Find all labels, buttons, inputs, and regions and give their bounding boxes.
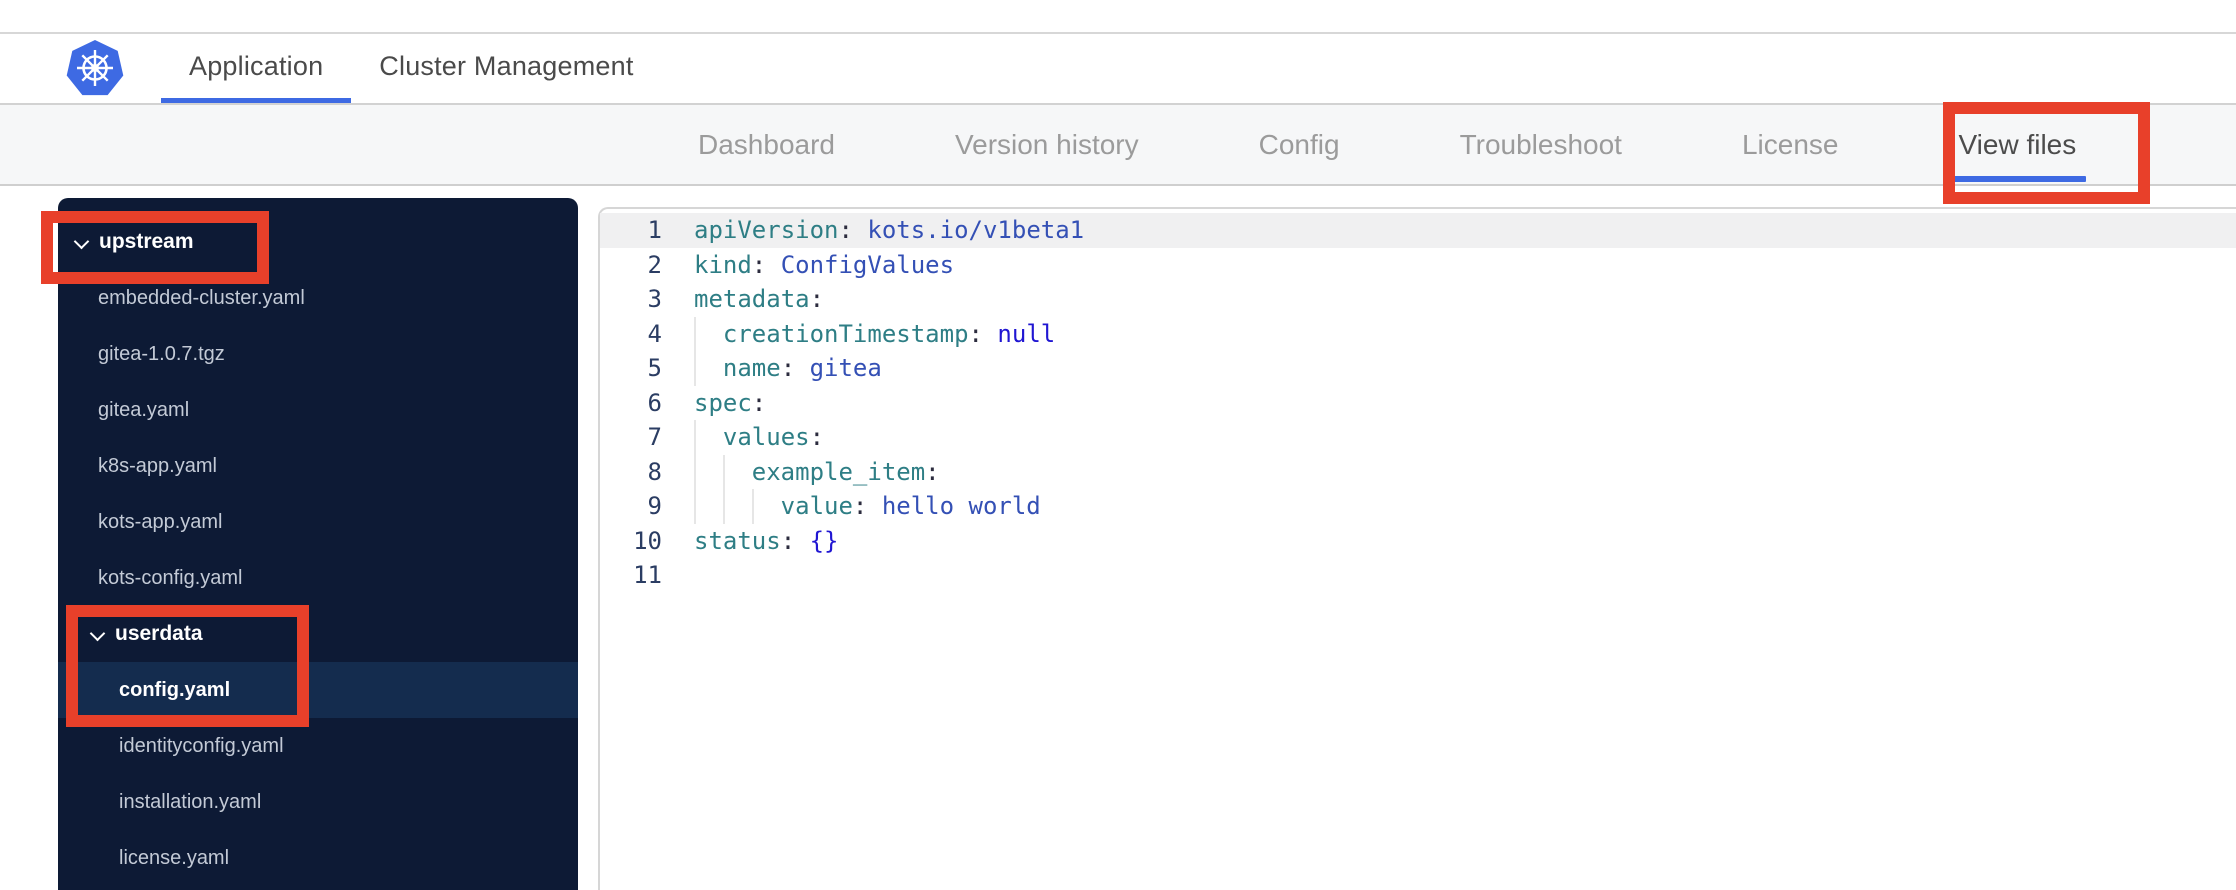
line-number: 11 bbox=[633, 561, 662, 589]
code-line: 8 example_item: bbox=[600, 454, 2236, 489]
tab-dashboard[interactable]: Dashboard bbox=[682, 105, 851, 184]
file-label: config.yaml bbox=[119, 678, 231, 701]
line-number: 7 bbox=[647, 423, 662, 451]
line-number: 9 bbox=[647, 492, 662, 520]
tree-file-kots-app-yaml[interactable]: kots-app.yaml bbox=[58, 494, 578, 550]
app-nav: Dashboard Version history Config Trouble… bbox=[0, 103, 2236, 186]
tree-file-config-yaml[interactable]: config.yaml bbox=[58, 662, 578, 718]
tab-license[interactable]: License bbox=[1726, 105, 1855, 184]
line-number: 2 bbox=[647, 250, 662, 279]
file-label: gitea-1.0.7.tgz bbox=[98, 342, 225, 365]
line-number: 5 bbox=[647, 354, 662, 382]
kots-admin-console: Application Cluster Management Dashboard… bbox=[0, 0, 2236, 890]
line-number: 3 bbox=[647, 285, 662, 313]
tree-file-installation-yaml[interactable]: installation.yaml bbox=[58, 774, 578, 830]
code-line: 10 status:{} bbox=[600, 524, 2236, 559]
tree-file-gitea-yaml[interactable]: gitea.yaml bbox=[58, 382, 578, 438]
tab-application[interactable]: Application bbox=[161, 34, 352, 103]
kubernetes-logo-icon bbox=[66, 40, 124, 96]
tree-file-identityconfig-yaml[interactable]: identityconfig.yaml bbox=[58, 718, 578, 774]
code-line: 7 values: bbox=[600, 420, 2236, 455]
code-line: 11 bbox=[600, 558, 2236, 593]
folder-label: upstream bbox=[99, 230, 194, 253]
chevron-down-icon[interactable] bbox=[90, 626, 106, 642]
header-tabs: Application Cluster Management bbox=[161, 34, 662, 103]
tree-file-k8s-app-yaml[interactable]: k8s-app.yaml bbox=[58, 438, 578, 494]
file-label: k8s-app.yaml bbox=[98, 454, 217, 477]
code-line: 6 spec: bbox=[600, 386, 2236, 421]
folder-label: userdata bbox=[115, 622, 203, 645]
file-label: kots-app.yaml bbox=[98, 510, 223, 533]
file-label: gitea.yaml bbox=[98, 398, 190, 421]
tree-folder-upstream[interactable]: upstream bbox=[58, 214, 578, 270]
tree-file-license-yaml[interactable]: license.yaml bbox=[58, 830, 578, 886]
line-number: 1 bbox=[647, 216, 662, 244]
chevron-down-icon[interactable] bbox=[74, 234, 90, 250]
file-label: embedded-cluster.yaml bbox=[98, 286, 305, 309]
tree-file-embedded-cluster-yaml[interactable]: embedded-cluster.yaml bbox=[58, 270, 578, 326]
code-line: 3 metadata: bbox=[600, 282, 2236, 317]
tree-file-kots-config-yaml[interactable]: kots-config.yaml bbox=[58, 550, 578, 606]
file-label: license.yaml bbox=[119, 846, 230, 869]
line-number: 4 bbox=[647, 319, 662, 348]
line-number: 8 bbox=[647, 457, 662, 486]
tab-troubleshoot[interactable]: Troubleshoot bbox=[1444, 105, 1638, 184]
file-label: kots-config.yaml bbox=[98, 566, 243, 589]
code-line: 2 kind: ConfigValues bbox=[600, 248, 2236, 283]
tab-config[interactable]: Config bbox=[1243, 105, 1356, 184]
file-label: identityconfig.yaml bbox=[119, 734, 284, 757]
tab-view-files[interactable]: View files bbox=[1942, 105, 2092, 184]
tree-folder-userdata[interactable]: userdata bbox=[58, 606, 578, 662]
app-nav-tabs: Dashboard Version history Config Trouble… bbox=[682, 105, 2180, 184]
code-line: 5 name: gitea bbox=[600, 351, 2236, 386]
file-label: installation.yaml bbox=[119, 790, 262, 813]
code-line: 4 creationTimestamp: null bbox=[600, 316, 2236, 351]
yaml-file-viewer[interactable]: 1 apiVersion: kots.io/v1beta1 2 kind: Conf… bbox=[598, 207, 2236, 890]
file-tree-sidebar: upstream embedded-cluster.yaml gitea-1.0… bbox=[58, 198, 578, 890]
code-line: 1 apiVersion: kots.io/v1beta1 bbox=[600, 213, 2236, 248]
line-number: 10 bbox=[633, 526, 662, 555]
tab-version-history[interactable]: Version history bbox=[939, 105, 1155, 184]
tree-file-gitea-tgz[interactable]: gitea-1.0.7.tgz bbox=[58, 326, 578, 382]
code-line: 9 value: hello world bbox=[600, 489, 2236, 524]
line-number: 6 bbox=[647, 388, 662, 417]
tab-cluster-management[interactable]: Cluster Management bbox=[351, 34, 661, 103]
app-header: Application Cluster Management bbox=[0, 34, 2236, 103]
